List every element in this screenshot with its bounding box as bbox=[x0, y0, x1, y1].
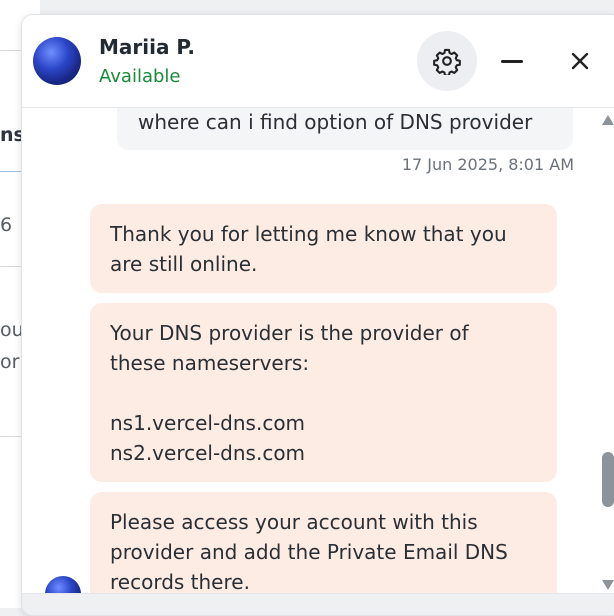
minimize-button[interactable] bbox=[492, 43, 532, 79]
agent-name: Mariia P. bbox=[99, 35, 196, 59]
close-icon bbox=[571, 52, 589, 70]
agent-message-bubble: Please access your account with this pro… bbox=[90, 492, 557, 593]
message-line: Your DNS provider is the provider of bbox=[110, 321, 469, 345]
background-text-fragment: 6 bbox=[0, 214, 13, 236]
chat-footer bbox=[22, 593, 614, 615]
chat-header: Mariia P. Available bbox=[22, 15, 614, 108]
scrollbar-thumb[interactable] bbox=[602, 452, 614, 507]
agent-avatar bbox=[33, 37, 81, 85]
background-heading-fragment: ns bbox=[0, 124, 22, 146]
message-line: Thank you for letting me know that you bbox=[110, 222, 507, 246]
message-timestamp: 17 Jun 2025, 8:01 AM bbox=[401, 155, 574, 174]
divider bbox=[0, 171, 22, 172]
agent-message-bubble: Thank you for letting me know that you a… bbox=[90, 204, 557, 293]
agent-message-avatar bbox=[45, 576, 81, 593]
minimize-icon bbox=[501, 59, 523, 63]
close-button[interactable] bbox=[560, 43, 600, 79]
agent-message-bubble: Your DNS provider is the provider of the… bbox=[90, 303, 557, 482]
chat-widget: Mariia P. Available where can i find opt… bbox=[21, 14, 614, 616]
gear-icon bbox=[433, 48, 461, 75]
user-message-bubble: where can i find option of DNS provider bbox=[117, 108, 573, 150]
message-line: Please access your account with this bbox=[110, 510, 478, 534]
background-text-fragment: or bbox=[0, 351, 20, 373]
user-message-text: where can i find option of DNS provider bbox=[138, 110, 533, 134]
scroll-up-arrow-icon[interactable] bbox=[602, 115, 614, 125]
message-line: provider and add the Private Email DNS bbox=[110, 540, 508, 564]
divider bbox=[0, 266, 22, 267]
message-line bbox=[110, 378, 537, 408]
settings-button[interactable] bbox=[417, 31, 477, 91]
message-line: ns1.vercel-dns.com bbox=[110, 411, 306, 435]
agent-status: Available bbox=[99, 66, 181, 87]
message-line: these nameservers: bbox=[110, 351, 310, 375]
divider bbox=[0, 436, 22, 437]
scroll-down-arrow-icon[interactable] bbox=[602, 580, 614, 590]
message-line: ns2.vercel-dns.com bbox=[110, 441, 306, 465]
message-line: are still online. bbox=[110, 252, 258, 276]
message-list: where can i find option of DNS provider … bbox=[22, 108, 602, 593]
background-text-fragment: ou bbox=[0, 319, 22, 341]
message-line: records there. bbox=[110, 570, 250, 593]
divider bbox=[0, 50, 22, 51]
